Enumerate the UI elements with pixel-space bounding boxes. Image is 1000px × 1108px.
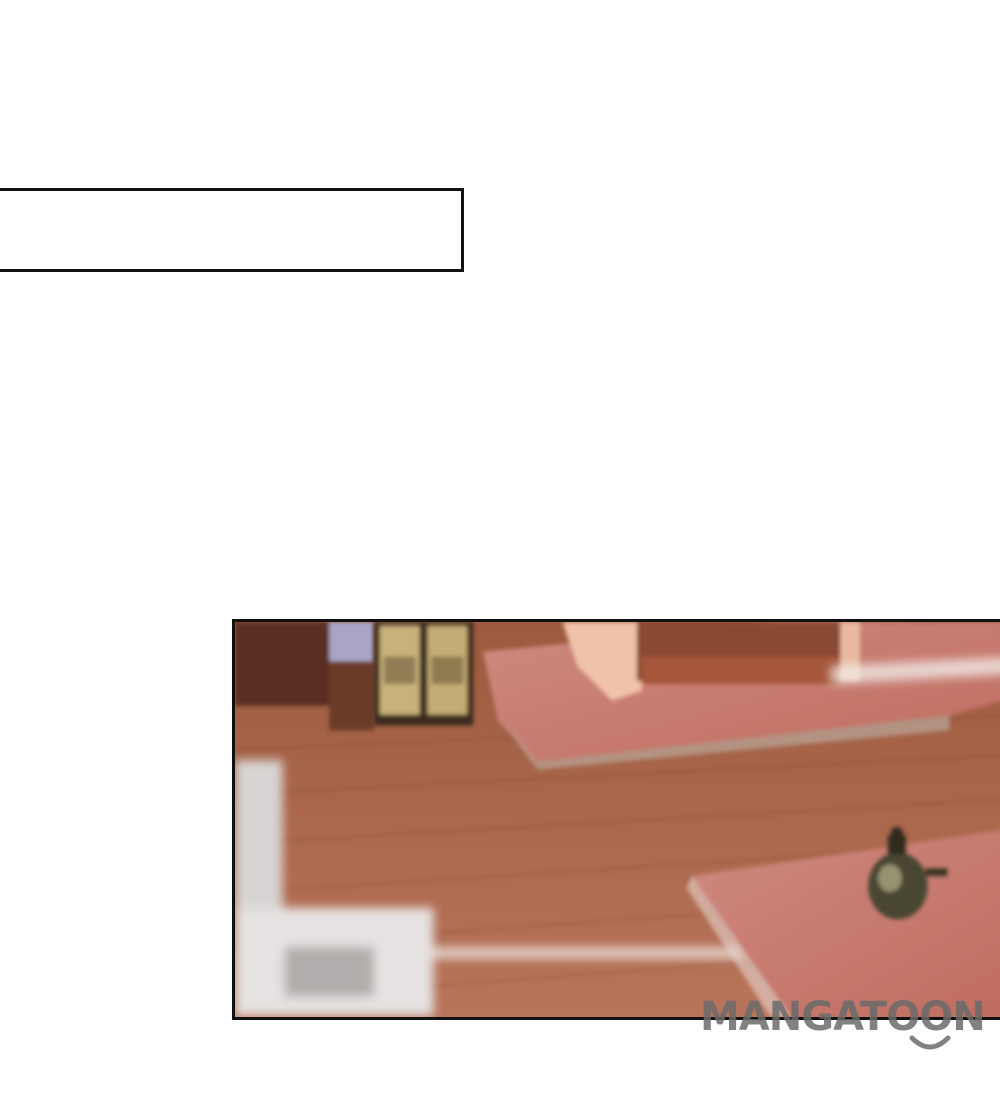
folding-screen [373,622,474,726]
mangatoon-watermark: MANGATOON [700,994,1000,1060]
manga-page: MANGATOON [0,0,1000,1108]
smile-curve-icon [909,1035,951,1050]
room-floor-illustration [235,622,1000,1017]
scene-panel [232,619,1000,1020]
caption-box [0,188,464,272]
